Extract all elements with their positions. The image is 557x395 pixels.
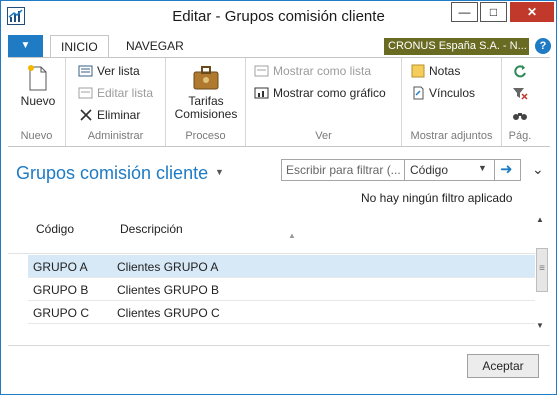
group-administrar: Ver lista Editar lista Eliminar Administ… <box>66 58 166 146</box>
group-label-pag: Pág. <box>508 130 532 142</box>
clear-filter-icon <box>512 86 528 100</box>
filter-box: Escribir para filtrar (... Código ▼ ➜ <box>281 159 521 181</box>
ver-lista-button[interactable]: Ver lista <box>78 64 140 78</box>
delete-icon <box>78 108 94 122</box>
cell-codigo[interactable]: GRUPO A <box>33 260 88 274</box>
show-chart-icon <box>254 86 270 100</box>
help-icon[interactable]: ? <box>535 38 551 54</box>
file-menu-button[interactable]: ▼ <box>8 35 43 57</box>
edit-list-icon <box>78 86 94 100</box>
briefcase-icon <box>193 66 219 90</box>
find-button[interactable] <box>512 108 531 122</box>
tab-navegar[interactable]: NAVEGAR <box>116 35 194 57</box>
mostrar-lista-button[interactable]: Mostrar como lista <box>254 64 371 78</box>
page-title[interactable]: Grupos comisión cliente <box>16 163 208 184</box>
note-icon <box>410 64 426 78</box>
group-pag: Pág. <box>502 58 538 146</box>
filter-separator-2 <box>494 160 495 180</box>
clear-filter-button[interactable] <box>512 86 531 100</box>
view-list-icon <box>78 64 94 78</box>
ribbon-tabs: ▼ INICIO NAVEGAR CRONUS España S.A. - N.… <box>8 35 551 58</box>
grid-header: Código Descripción ▲ <box>8 211 535 254</box>
tab-inicio[interactable]: INICIO <box>50 35 109 58</box>
table-row[interactable]: GRUPO A Clientes GRUPO A <box>28 255 535 278</box>
link-icon <box>410 86 426 100</box>
list-grid: Código Descripción ▲ GRUPO A Clientes GR… <box>8 211 535 331</box>
mostrar-grafico-button[interactable]: Mostrar como gráfico <box>254 86 386 100</box>
column-header-codigo[interactable]: Código <box>36 222 74 236</box>
group-adjuntos: Notas Vínculos Mostrar adjuntos <box>402 58 502 146</box>
ribbon: Nuevo Nuevo Ver lista Editar lista Elimi… <box>8 57 550 147</box>
title-bar: Editar - Grupos comisión cliente — □ ✕ <box>1 1 556 33</box>
close-button[interactable]: ✕ <box>510 2 554 22</box>
ok-button[interactable]: Aceptar <box>467 354 539 378</box>
filter-separator <box>404 160 405 180</box>
group-label-nuevo: Nuevo <box>20 130 53 142</box>
scroll-down-icon[interactable]: ▼ <box>536 321 544 330</box>
window: Editar - Grupos comisión cliente — □ ✕ ▼… <box>0 0 557 395</box>
nuevo-button[interactable]: Nuevo <box>16 64 60 108</box>
sort-arrow-icon: ▲ <box>288 231 296 240</box>
group-label-ver: Ver <box>315 130 332 142</box>
filter-status: No hay ningún filtro aplicado <box>361 191 513 205</box>
show-list-icon <box>254 64 270 78</box>
group-nuevo: Nuevo Nuevo <box>8 58 66 146</box>
binoculars-icon <box>512 108 528 122</box>
filter-field-select[interactable]: Código <box>410 163 448 177</box>
refresh-icon <box>512 64 528 78</box>
filter-input[interactable]: Escribir para filtrar (... <box>286 163 404 177</box>
editar-lista-button[interactable]: Editar lista <box>78 86 153 100</box>
vinculos-button[interactable]: Vínculos <box>410 86 475 100</box>
cell-descripcion[interactable]: Clientes GRUPO B <box>117 283 219 297</box>
cell-codigo[interactable]: GRUPO B <box>33 283 88 297</box>
group-label-adjuntos: Mostrar adjuntos <box>410 130 493 142</box>
company-name[interactable]: CRONUS España S.A. - N... <box>384 38 529 55</box>
new-document-icon <box>28 65 47 91</box>
cell-descripcion[interactable]: Clientes GRUPO A <box>117 260 218 274</box>
group-proceso: Tarifas Comisiones Proceso <box>166 58 246 146</box>
eliminar-button[interactable]: Eliminar <box>78 108 140 122</box>
table-row[interactable]: GRUPO B Clientes GRUPO B <box>28 278 535 301</box>
minimize-button[interactable]: — <box>451 2 478 22</box>
refresh-button[interactable] <box>512 64 531 78</box>
maximize-button[interactable]: □ <box>480 2 507 22</box>
title-caret-icon[interactable]: ▼ <box>215 167 224 177</box>
tarifas-comisiones-button[interactable]: Tarifas Comisiones <box>172 64 240 121</box>
group-ver: Mostrar como lista Mostrar como gráfico … <box>246 58 402 146</box>
group-label-administrar: Administrar <box>87 130 144 142</box>
notas-button[interactable]: Notas <box>410 64 460 78</box>
scroll-up-icon[interactable]: ▲ <box>536 215 544 224</box>
column-header-descripcion[interactable]: Descripción <box>120 222 183 236</box>
vertical-scrollbar[interactable]: ▲ ≡ ▼ <box>534 213 550 335</box>
cell-descripcion[interactable]: Clientes GRUPO C <box>117 306 220 320</box>
cell-codigo[interactable]: GRUPO C <box>33 306 89 320</box>
chevron-down-icon[interactable]: ▼ <box>478 163 487 173</box>
group-label-proceso: Proceso <box>185 130 226 142</box>
footer-divider <box>8 345 550 346</box>
table-row[interactable]: GRUPO C Clientes GRUPO C <box>28 301 535 324</box>
collapse-chevron-icon[interactable]: ⌄ <box>532 161 544 178</box>
scroll-thumb[interactable]: ≡ <box>536 248 548 292</box>
arrow-right-icon[interactable]: ➜ <box>500 160 513 180</box>
